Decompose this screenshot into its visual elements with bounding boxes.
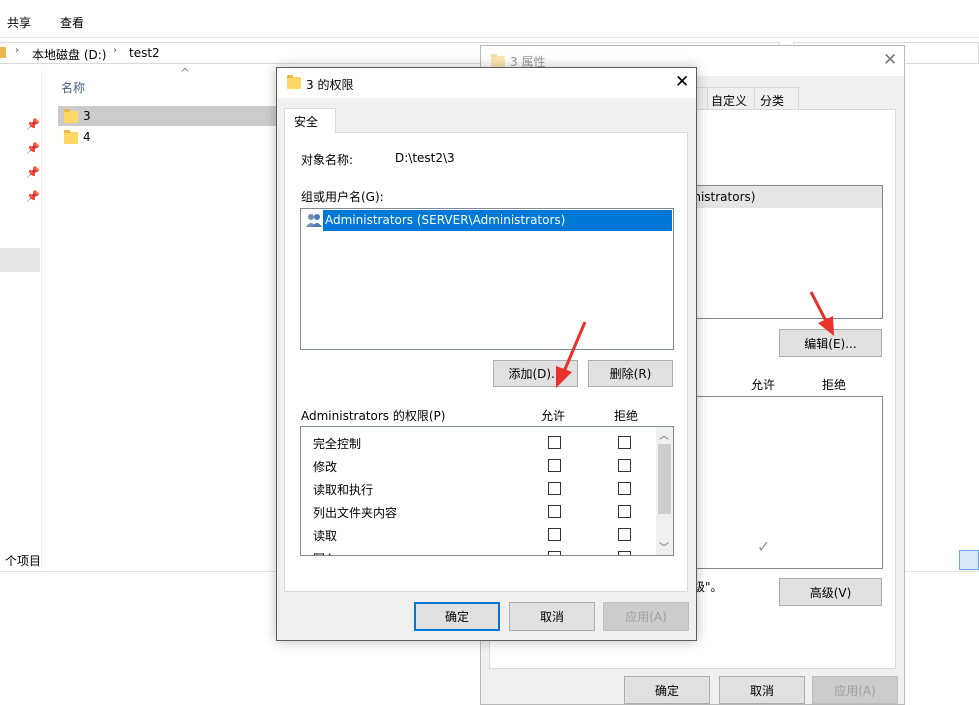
tab-security[interactable]: 安全 xyxy=(284,108,336,133)
arrow-to-add-button xyxy=(556,321,587,388)
arrow-to-edit-button xyxy=(809,291,834,336)
annotation-arrows xyxy=(556,291,834,388)
tab-label: 安全 xyxy=(294,115,319,129)
